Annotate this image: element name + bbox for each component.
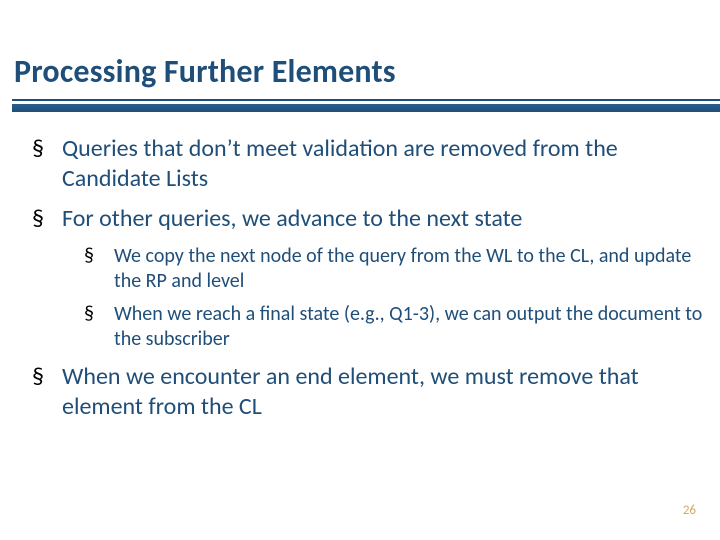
bullet-item: Queries that don’t meet validation are r…	[32, 134, 720, 194]
sub-bullet-item: When we reach a final state (e.g., Q1-3)…	[84, 302, 720, 352]
bullet-item: When we encounter an end element, we mus…	[32, 362, 720, 422]
title-rule-thick	[12, 104, 720, 112]
slide-title: Processing Further Elements	[12, 52, 720, 97]
sub-bullet-text: When we reach a final state (e.g., Q1-3)…	[114, 302, 702, 351]
title-underline	[12, 99, 720, 112]
title-rule-thin	[12, 99, 720, 101]
sub-bullet-item: We copy the next node of the query from …	[84, 244, 720, 294]
bullet-text: Queries that don’t meet validation are r…	[62, 134, 618, 193]
sub-bullet-text: We copy the next node of the query from …	[114, 244, 691, 293]
bullet-item: For other queries, we advance to the nex…	[32, 204, 720, 352]
slide: Processing Further Elements Queries that…	[0, 0, 720, 540]
bullet-text: For other queries, we advance to the nex…	[62, 204, 522, 233]
bullet-text: When we encounter an end element, we mus…	[62, 362, 639, 421]
bullet-list: Queries that don’t meet validation are r…	[32, 134, 720, 422]
page-number: 26	[683, 503, 696, 518]
sub-bullet-list: We copy the next node of the query from …	[62, 244, 720, 352]
content-area: Queries that don’t meet validation are r…	[12, 134, 720, 422]
